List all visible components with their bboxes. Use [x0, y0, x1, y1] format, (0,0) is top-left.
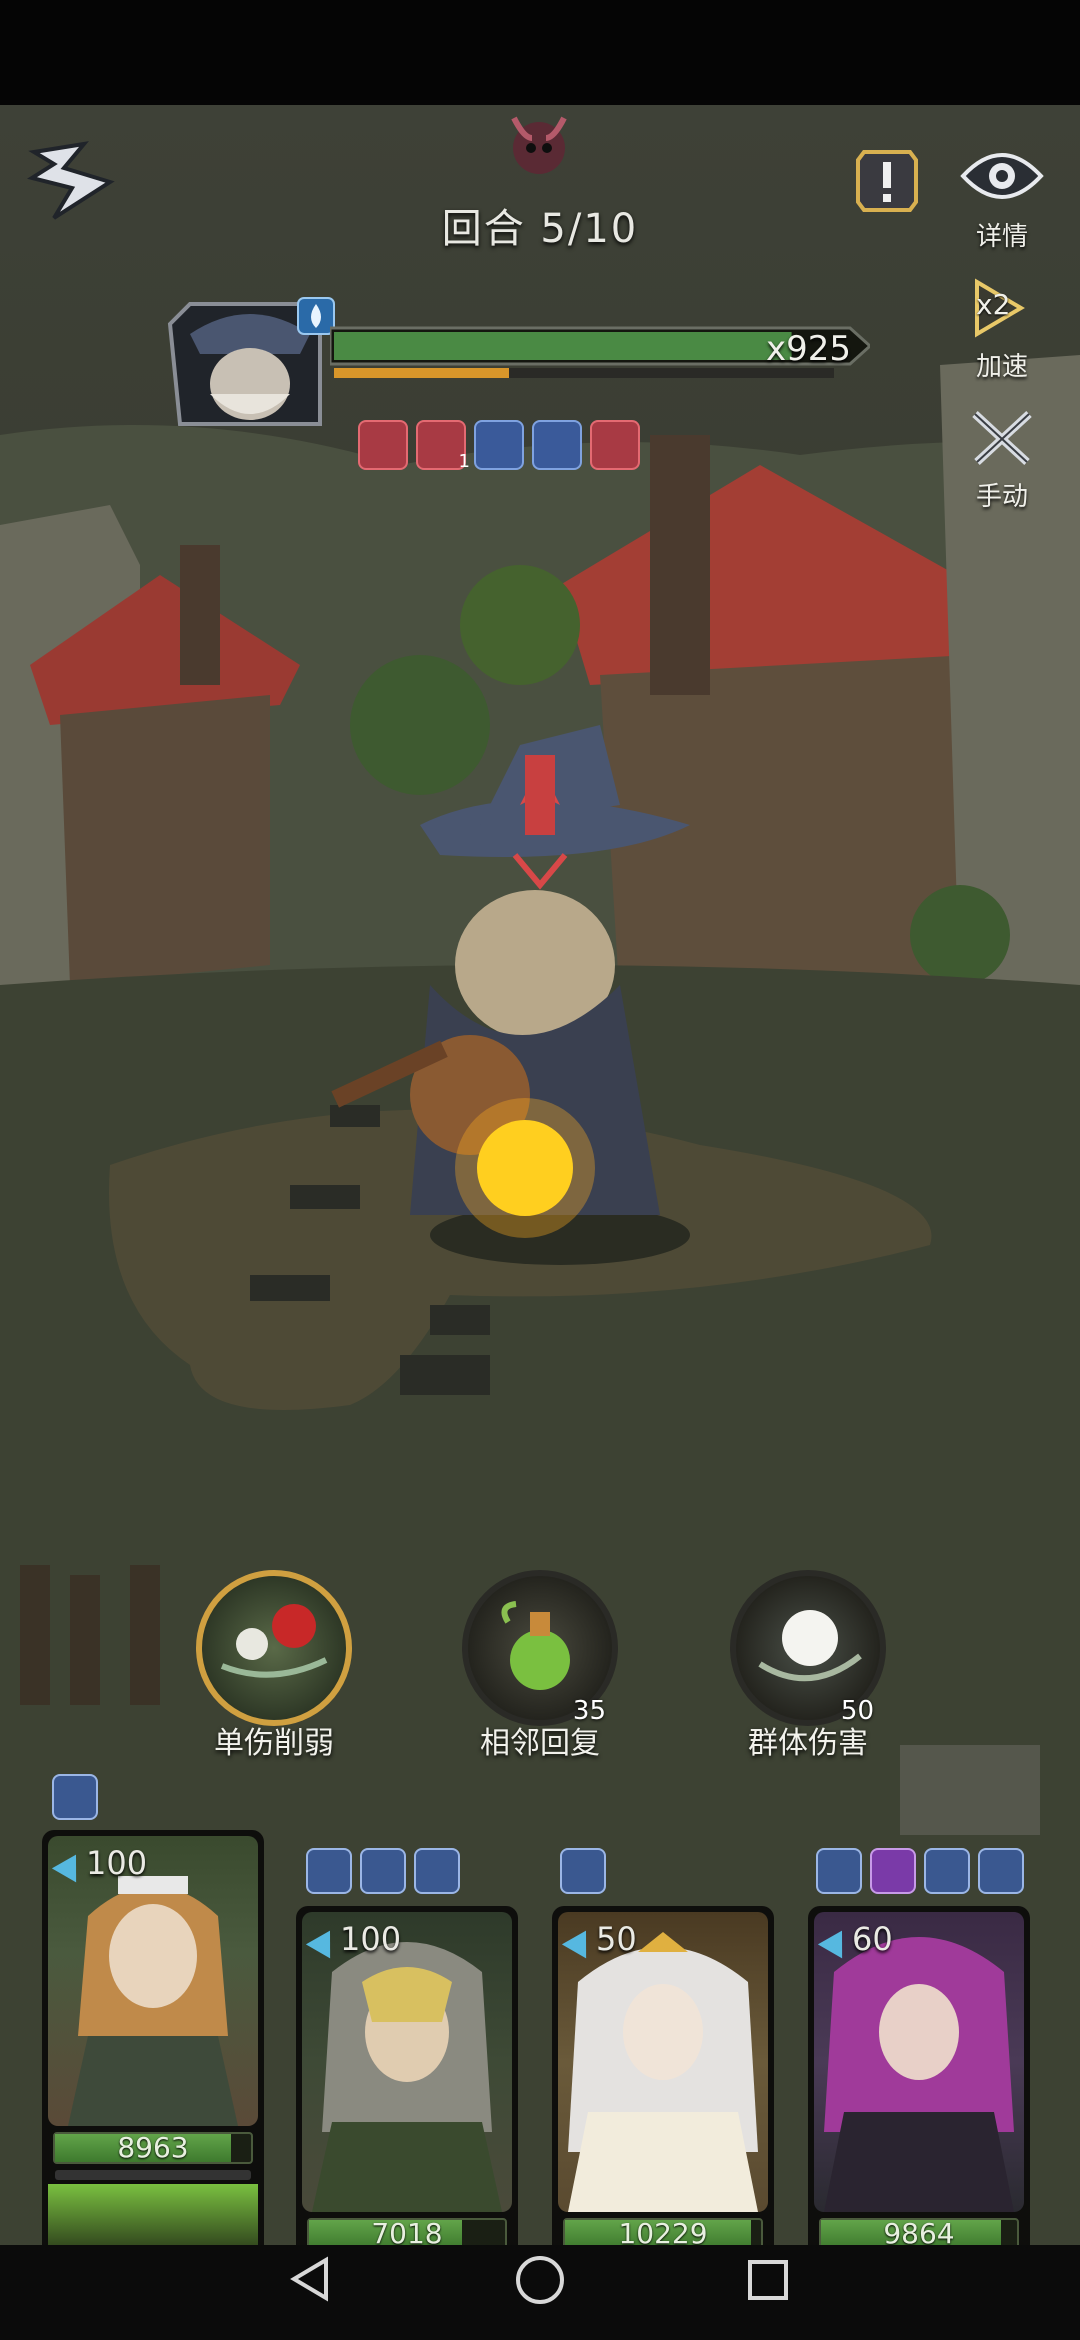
skill-label: 群体伤害 — [748, 1726, 868, 1761]
moon-buff-icon — [414, 1848, 460, 1894]
sword-buff-icon — [870, 1848, 916, 1894]
skill-single-weaken[interactable]: 单伤削弱 — [184, 1570, 364, 1762]
speed-button[interactable]: x2 加速 — [954, 276, 1050, 383]
energy-indicator: 50 — [561, 1920, 637, 1959]
boss-portrait — [167, 297, 335, 426]
details-button[interactable]: 详情 — [954, 140, 1050, 253]
moon-icon: 50 — [730, 1570, 886, 1726]
shield-buff-icon — [816, 1848, 862, 1894]
nav-back-icon[interactable] — [286, 2254, 336, 2304]
hero-portrait: 60 — [814, 1912, 1024, 2212]
sword-up-icon — [532, 420, 582, 470]
shield-buff-icon — [52, 1774, 98, 1820]
speed-label: 加速 — [975, 352, 1028, 382]
energy-gem-icon — [561, 1923, 599, 1959]
round-counter: 回合 5/10 — [441, 206, 639, 252]
sword-down-icon — [590, 420, 640, 470]
skill-adjacent-heal[interactable]: 35 相邻回复 — [450, 1570, 630, 1762]
speed-badge: x2 — [976, 288, 1011, 321]
hero-card-maid[interactable]: 100 8963 — [42, 1830, 264, 2260]
nav-home-icon[interactable] — [514, 2254, 566, 2306]
hero-hp-value: 10229 — [618, 2217, 708, 2250]
horned-skull-icon — [511, 116, 567, 174]
status-bar — [0, 0, 1080, 105]
hero-card-white-queen[interactable]: 50 10229 — [552, 1906, 774, 2274]
hero-hp-value: 8963 — [117, 2131, 189, 2164]
skill-label: 单伤削弱 — [214, 1726, 334, 1761]
crossed-swords-icon — [972, 411, 1032, 465]
sword-down-icon: 1 — [416, 420, 470, 472]
energy-gem-icon — [817, 1923, 855, 1959]
hero-hp-value: 9864 — [883, 2217, 955, 2250]
shield-buff-icon — [560, 1848, 606, 1894]
hero-card-hooded-archer[interactable]: 100 7018 — [296, 1906, 518, 2274]
boss-status-effects: 1 — [358, 420, 640, 472]
eye-icon — [960, 153, 1044, 199]
hero-charge-bar — [55, 2170, 251, 2180]
fire-down-icon — [358, 420, 408, 470]
manual-button[interactable]: 手动 — [954, 404, 1050, 513]
energy-gem-icon — [51, 1847, 89, 1883]
energy-gem-icon — [305, 1923, 343, 1959]
details-label: 详情 — [975, 222, 1028, 252]
skill-group-damage[interactable]: 50 群体伤害 — [718, 1570, 898, 1762]
gear-buff-icon — [360, 1848, 406, 1894]
hero-portrait: 50 — [558, 1912, 768, 2212]
skill-label: 相邻回复 — [480, 1726, 600, 1761]
energy-indicator: 60 — [817, 1920, 893, 1959]
boss-multiplier: x925 — [766, 329, 852, 369]
rose-icon — [196, 1570, 352, 1726]
potion-icon: 35 — [462, 1570, 618, 1726]
hero-portrait: 100 — [48, 1836, 258, 2126]
hero-hp-bar: 8963 — [53, 2132, 253, 2164]
manual-label: 手动 — [975, 482, 1028, 512]
sword-up-icon — [474, 420, 524, 470]
alert-button[interactable] — [852, 146, 922, 216]
hero-hp-value: 7018 — [371, 2217, 443, 2250]
hero-portrait: 100 — [302, 1912, 512, 2212]
shield-buff-icon — [306, 1848, 352, 1894]
active-hero-glow — [48, 2184, 258, 2254]
sword-up-buff-icon — [978, 1848, 1024, 1894]
nav-recents-icon[interactable] — [744, 2256, 792, 2304]
back-button[interactable] — [24, 138, 120, 224]
energy-indicator: 100 — [305, 1920, 401, 1959]
hero-card-purple-witch[interactable]: 60 9864 — [808, 1906, 1030, 2274]
gear-buff-icon — [924, 1848, 970, 1894]
energy-indicator: 100 — [51, 1844, 147, 1883]
